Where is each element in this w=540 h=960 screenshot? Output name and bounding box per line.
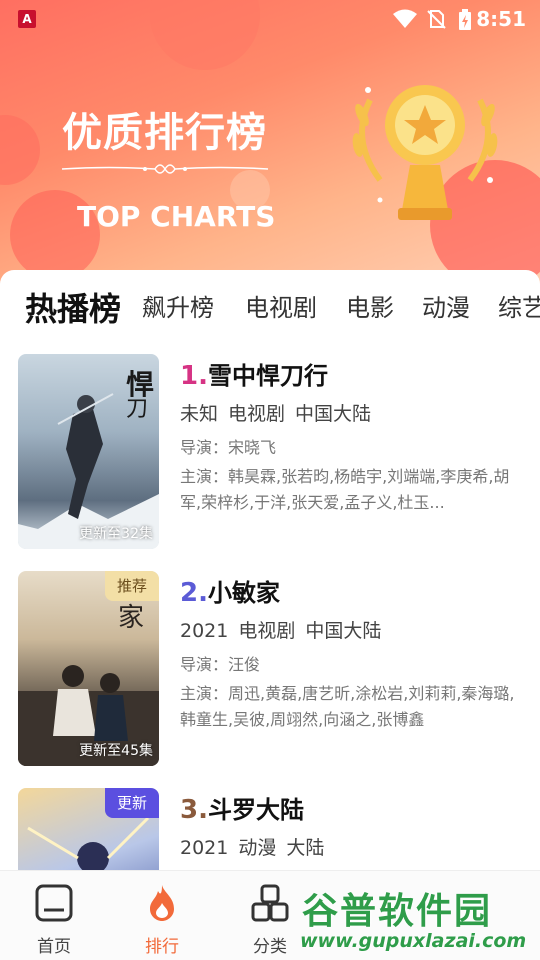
- list-item[interactable]: 更新 3.斗罗大陆 2021 动漫 大陆: [0, 788, 540, 870]
- ranking-header-banner: A 8:51 优质排行榜 TOP CHARTS: [0, 0, 540, 300]
- poster-image[interactable]: 家 推荐 更新至45集: [18, 571, 159, 766]
- category-tabs: 热播榜 飙升榜 电视剧 电影 动漫 综艺: [0, 284, 540, 330]
- cast-line: 主演：韩昊霖,张若昀,杨皓宇,刘端端,李庚希,胡军,荣梓杉,于洋,张天爱,孟子义…: [180, 467, 510, 512]
- meta-type: 动漫: [238, 837, 277, 859]
- wifi-icon: [393, 9, 417, 28]
- item-title[interactable]: 2.小敏家: [180, 573, 280, 608]
- app-notification-icon: A: [18, 10, 36, 28]
- svg-text:家: 家: [118, 603, 144, 633]
- tab-anime[interactable]: 动漫: [422, 288, 470, 323]
- watermark-url: www.gupuxlazai.com: [300, 930, 527, 952]
- home-icon: [35, 884, 73, 922]
- svg-text:刀: 刀: [126, 397, 148, 422]
- watermark: 谷普软件园 www.gupuxlazai.com: [296, 882, 540, 960]
- ranking-page: A 8:51 优质排行榜 TOP CHARTS 热播榜 飙升榜 电视剧 电影 动…: [0, 0, 540, 960]
- poster-illustration: 悍 刀: [18, 368, 159, 549]
- meta-region: 大陆: [286, 837, 325, 859]
- meta-type: 电视剧: [228, 403, 286, 425]
- nav-ranking[interactable]: 排行: [122, 883, 202, 957]
- no-sim-icon: [427, 10, 446, 29]
- ranking-content: 热播榜 飙升榜 电视剧 电影 动漫 综艺 悍 刀 更新至32集 1.雪中悍刀行 …: [0, 270, 540, 870]
- tab-tv-series[interactable]: 电视剧: [245, 288, 317, 323]
- page-subtitle: TOP CHARTS: [77, 200, 276, 233]
- recommend-badge: 推荐: [104, 571, 159, 601]
- meta-year: 2021: [180, 837, 229, 859]
- clock: 8:51: [476, 7, 526, 31]
- tab-hot[interactable]: 热播榜: [25, 284, 121, 330]
- category-icon: [251, 884, 289, 922]
- item-meta: 2021 电视剧 中国大陆: [180, 616, 391, 643]
- rank-number: 1.: [180, 361, 208, 391]
- item-title[interactable]: 3.斗罗大陆: [180, 790, 304, 825]
- meta-region: 中国大陆: [295, 403, 372, 425]
- title-text: 雪中悍刀行: [207, 362, 328, 390]
- cast-line: 主演：周迅,黄磊,唐艺昕,涂松岩,刘莉莉,秦海璐,韩童生,吴彼,周翊然,向涵之,…: [180, 684, 515, 729]
- meta-year: 未知: [180, 403, 219, 425]
- meta-region: 中国大陆: [305, 620, 382, 642]
- item-meta: 2021 动漫 大陆: [180, 833, 334, 860]
- nav-ranking-label: 排行: [145, 937, 179, 957]
- status-bar: A 8:51: [0, 0, 540, 36]
- meta-type: 电视剧: [238, 620, 296, 642]
- tab-variety[interactable]: 综艺: [498, 288, 540, 323]
- list-item[interactable]: 悍 刀 更新至32集 1.雪中悍刀行 未知 电视剧 中国大陆 导演：宋晓飞 主演：韩…: [0, 354, 540, 554]
- poster-image[interactable]: 悍 刀 更新至32集: [18, 354, 159, 549]
- poster-image[interactable]: 更新: [18, 788, 159, 870]
- page-title: 优质排行榜: [62, 110, 267, 156]
- episode-status: 更新至45集: [79, 743, 153, 759]
- list-item[interactable]: 家 推荐 更新至45集 2.小敏家 2021 电视剧 中国大陆 导演：汪俊 主演：周…: [0, 571, 540, 771]
- decor-circle: [0, 115, 40, 185]
- director-line: 导演：汪俊: [180, 655, 261, 674]
- title-ornament-divider: [61, 164, 269, 174]
- update-badge: 更新: [104, 788, 159, 818]
- battery-charging-icon: [459, 9, 471, 30]
- watermark-text: 谷普软件园: [302, 891, 493, 932]
- item-title[interactable]: 1.雪中悍刀行: [180, 356, 328, 391]
- episode-status: 更新至32集: [79, 526, 153, 542]
- nav-home-label: 首页: [37, 937, 71, 957]
- title-text: 斗罗大陆: [207, 796, 304, 824]
- tab-rising[interactable]: 飙升榜: [142, 288, 214, 323]
- tab-movie[interactable]: 电影: [346, 288, 394, 323]
- rank-number: 3.: [180, 795, 208, 825]
- director-line: 导演：宋晓飞: [180, 438, 277, 457]
- title-text: 小敏家: [207, 579, 280, 607]
- rank-number: 2.: [180, 578, 208, 608]
- item-meta: 未知 电视剧 中国大陆: [180, 399, 381, 426]
- meta-year: 2021: [180, 620, 229, 642]
- flame-icon: [150, 885, 174, 921]
- nav-home[interactable]: 首页: [14, 883, 94, 957]
- trophy-icon: [352, 85, 498, 220]
